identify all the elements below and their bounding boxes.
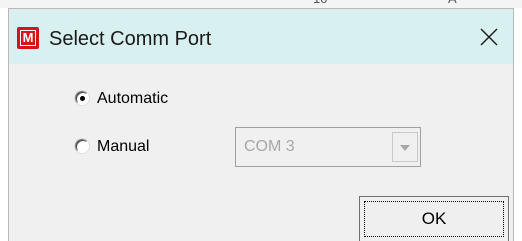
dropdown-button[interactable]: [392, 132, 418, 162]
screen: 10 A M Select Comm Port Automatic Man: [0, 0, 522, 241]
title-bar[interactable]: M Select Comm Port: [9, 9, 513, 64]
background-window-edge: 10 A: [0, 0, 522, 8]
radio-automatic[interactable]: Automatic: [75, 89, 225, 109]
close-button[interactable]: [465, 19, 513, 55]
radio-selected-dot: [80, 96, 85, 101]
app-icon-letter: M: [20, 30, 36, 46]
close-icon: [480, 28, 498, 46]
radio-manual[interactable]: Manual: [75, 137, 195, 157]
ok-button[interactable]: OK: [359, 196, 509, 241]
app-m-icon: M: [17, 27, 39, 49]
radio-automatic-label: Automatic: [97, 90, 169, 107]
comm-port-select[interactable]: COM 3: [235, 127, 421, 167]
background-text: 10: [313, 0, 327, 6]
background-text: A: [448, 0, 457, 6]
radio-manual-label: Manual: [97, 138, 150, 155]
comm-port-value: COM 3: [244, 138, 295, 155]
ok-button-label: OK: [421, 209, 447, 228]
radio-automatic-circle[interactable]: [75, 91, 89, 105]
dialog-title: Select Comm Port: [49, 28, 212, 50]
chevron-down-icon: [400, 145, 410, 151]
radio-manual-circle[interactable]: [75, 139, 89, 153]
select-comm-port-dialog: M Select Comm Port Automatic Manual COM …: [8, 8, 514, 241]
